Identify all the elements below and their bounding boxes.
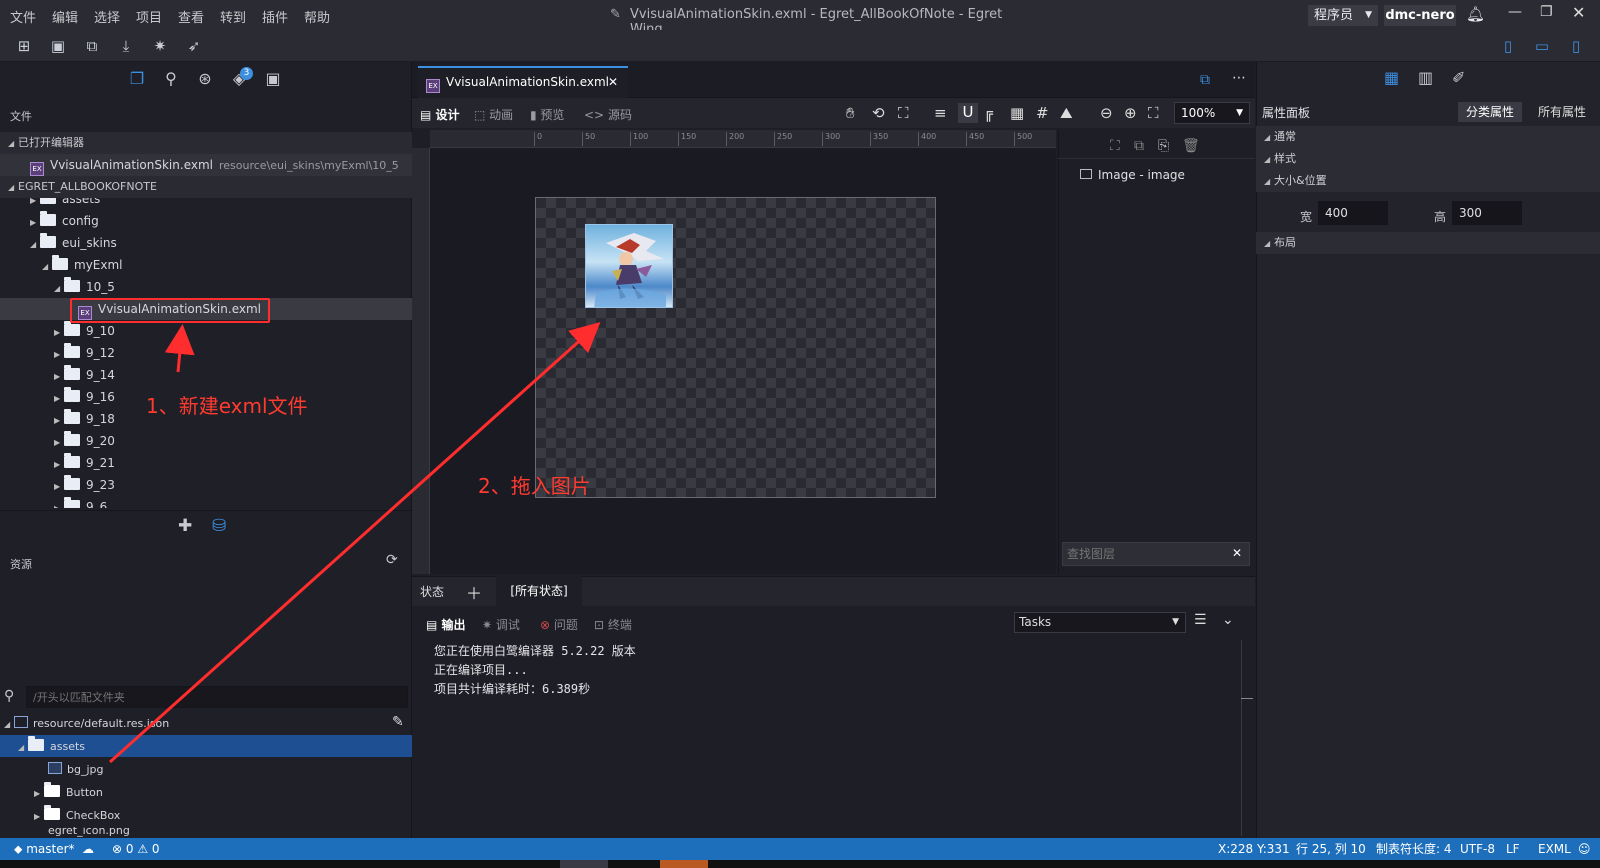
feather-icon[interactable]: ✐ [1452, 68, 1465, 87]
add-state-icon[interactable]: ＋ [466, 580, 482, 604]
taskbar-strip [0, 860, 1600, 868]
tab-terminal[interactable]: ⊡ 终端 [594, 616, 632, 633]
clear-search-icon[interactable]: ✕ [1232, 546, 1242, 560]
output-icon: ▤ [426, 618, 442, 632]
tab-output[interactable]: ▤ 输出 [426, 616, 466, 633]
properties-icon[interactable]: ▦ [1384, 68, 1399, 87]
section-style[interactable]: ◢ 样式 [1256, 148, 1600, 170]
error-icon: ⊗ [540, 618, 554, 632]
copy-layer-icon[interactable]: ⎘ [1158, 138, 1169, 154]
layer-item-label: Image - image [1098, 168, 1185, 182]
section-label: 大小&位置 [1274, 174, 1327, 187]
height-label: 高 [1434, 210, 1447, 224]
section-label: 布局 [1274, 236, 1296, 249]
sync-icon[interactable]: ☁ [82, 838, 94, 860]
taskbar-item[interactable] [560, 860, 608, 868]
line-col[interactable]: 行 25, 列 10 [1296, 838, 1366, 860]
tab-all-properties[interactable]: 所有属性 [1530, 102, 1594, 122]
layers-divider [1058, 158, 1255, 159]
layers-panel [1058, 130, 1255, 574]
properties-title: 属性面板 [1262, 106, 1311, 120]
eol[interactable]: LF [1506, 838, 1520, 860]
width-label: 宽 [1300, 210, 1313, 224]
tab-size[interactable]: 制表符长度: 4 [1376, 838, 1452, 860]
output-scrollbar[interactable] [1241, 640, 1253, 836]
all-states-tab[interactable]: [所有状态] [496, 576, 582, 606]
section-layout[interactable]: ◢ 布局 [1256, 232, 1600, 254]
warning-icon: ⚠ [137, 842, 152, 856]
task-select-value: Tasks [1019, 615, 1052, 629]
output-line: 您正在使用白鹭编译器 5.2.22 版本 [434, 644, 636, 658]
bug-icon: ✷ [482, 618, 496, 632]
error-icon: ⊗ [112, 842, 126, 856]
output-tab-label: 问题 [553, 618, 578, 632]
height-input[interactable]: 300 [1452, 201, 1522, 225]
branch-indicator[interactable]: ⬥ master* [14, 838, 75, 860]
output-panel [412, 606, 1255, 838]
group-icon[interactable]: ⛶ [1110, 138, 1120, 154]
image-layer-icon [1080, 169, 1092, 179]
output-log: 您正在使用白鹭编译器 5.2.22 版本 正在编译项目... 项目共计编译耗时：… [434, 642, 636, 699]
chevron-down-icon: ▼ [1172, 617, 1179, 627]
output-tab-label: 输出 [441, 618, 466, 632]
output-line: 正在编译项目... [434, 663, 528, 677]
layer-item-image[interactable]: Image - image [1080, 168, 1185, 182]
section-common[interactable]: ◢ 通常 [1256, 126, 1600, 148]
warning-count: 0 [151, 842, 160, 856]
ungroup-icon[interactable]: ⧉ [1134, 138, 1144, 154]
tab-debug[interactable]: ✷ 调试 [482, 616, 520, 633]
collapse-panel-icon[interactable]: ⌄ [1222, 612, 1234, 628]
arrow-step1 [164, 324, 195, 373]
scroll-marker [1241, 698, 1253, 699]
delete-layer-icon[interactable]: 🗑︎ [1182, 138, 1200, 154]
encoding[interactable]: UTF-8 [1460, 838, 1495, 860]
cursor-coords: X:228 Y:331 [1218, 842, 1290, 856]
output-tab-label: 调试 [495, 618, 520, 632]
language-mode[interactable]: EXML [1538, 838, 1571, 860]
task-select[interactable]: Tasks ▼ [1014, 612, 1186, 633]
terminal-icon: ⊡ [594, 618, 608, 632]
branch-name: master* [26, 842, 75, 856]
status-bar: ⬥ master* ☁ ⊗ 0 ⚠ 0 X:228 Y:331 行 25, 列 … [0, 838, 1600, 860]
tab-category-properties[interactable]: 分类属性 [1458, 102, 1522, 122]
section-size-position[interactable]: ◢ 大小&位置 [1256, 170, 1600, 192]
book-icon[interactable]: ▥ [1418, 68, 1433, 87]
error-count: 0 [125, 842, 134, 856]
output-line: 项目共计编译耗时：6.389秒 [434, 682, 591, 696]
feedback-icon[interactable]: ☺ [1578, 838, 1591, 860]
problems-indicator[interactable]: ⊗ 0 ⚠ 0 [112, 838, 160, 860]
states-label: 状态 [420, 585, 445, 599]
taskbar-item[interactable] [660, 860, 708, 868]
width-input[interactable]: 400 [1318, 201, 1388, 225]
branch-icon: ⬥ [14, 842, 27, 856]
output-tab-label: 终端 [607, 618, 632, 632]
section-label: 样式 [1274, 152, 1296, 165]
section-label: 通常 [1274, 130, 1296, 143]
tab-problems[interactable]: ⊗ 问题 [540, 616, 578, 633]
layer-search-input[interactable] [1062, 542, 1250, 566]
clear-output-icon[interactable]: ☰ [1194, 612, 1207, 628]
